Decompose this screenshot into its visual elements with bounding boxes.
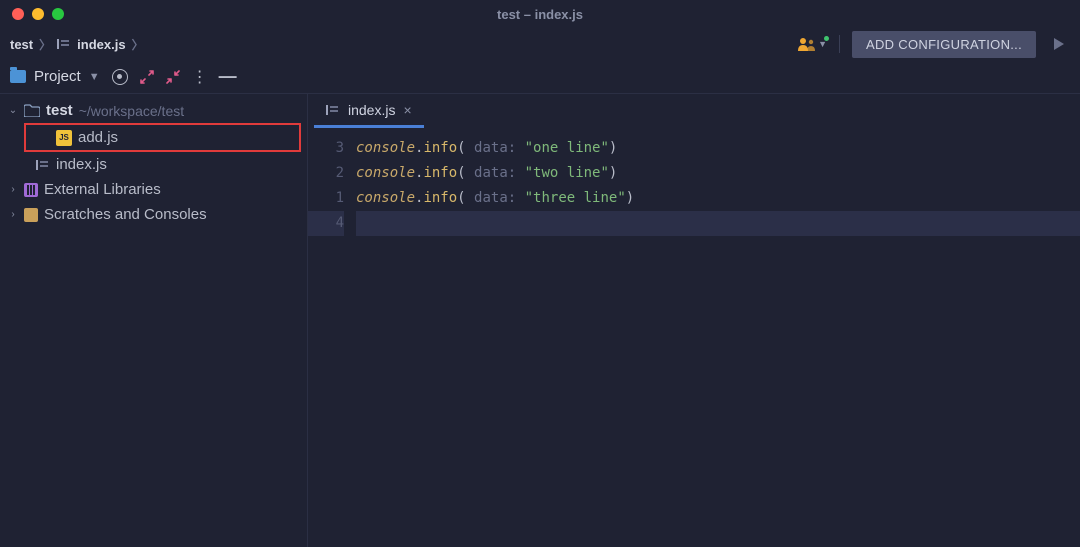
- run-icon[interactable]: [1048, 37, 1070, 51]
- window-title: test – index.js: [497, 7, 583, 22]
- gutter-line: 1: [308, 186, 344, 211]
- js-file-icon: JS: [56, 130, 72, 146]
- chevron-right-icon: ›: [8, 209, 18, 220]
- gutter: 3 2 1 4: [308, 128, 356, 547]
- code-line[interactable]: console.info( data: "two line"): [356, 161, 1080, 186]
- project-view-selector[interactable]: Project ▼: [10, 68, 100, 85]
- gutter-line: 2: [308, 161, 344, 186]
- close-window-icon[interactable]: [12, 8, 24, 20]
- main-body: ⌄ test ~/workspace/test JS add.js index.…: [0, 94, 1080, 547]
- code-content[interactable]: console.info( data: "one line") console.…: [356, 128, 1080, 547]
- breadcrumb-project[interactable]: test: [10, 37, 33, 52]
- hide-panel-icon[interactable]: —: [219, 66, 237, 87]
- project-toolbar: Project ▼ ⋮ —: [0, 60, 1080, 94]
- project-label: Project: [34, 68, 81, 85]
- project-folder-icon: [24, 104, 40, 117]
- library-icon: [24, 183, 38, 197]
- code-with-me-icon[interactable]: ▼: [798, 37, 827, 51]
- gutter-line: 3: [308, 136, 344, 161]
- code-line[interactable]: console.info( data: "three line"): [356, 186, 1080, 211]
- tree-project-root[interactable]: ⌄ test ~/workspace/test: [0, 98, 307, 123]
- tab-label: index.js: [348, 102, 395, 118]
- locate-file-icon[interactable]: [112, 69, 128, 85]
- tree-root-name: test: [46, 102, 73, 119]
- expand-all-icon[interactable]: [140, 70, 154, 84]
- tree-file-label: index.js: [56, 156, 107, 173]
- chevron-right-icon: ›: [8, 184, 18, 195]
- add-configuration-button[interactable]: ADD CONFIGURATION...: [852, 31, 1036, 58]
- tree-file-label: add.js: [78, 129, 118, 146]
- tree-scratches[interactable]: › Scratches and Consoles: [0, 202, 307, 227]
- editor-tabs: index.js ×: [308, 94, 1080, 128]
- minimize-window-icon[interactable]: [32, 8, 44, 20]
- tree-file-index-js[interactable]: index.js: [0, 152, 307, 177]
- presence-dot-icon: [824, 36, 829, 41]
- nav-right-group: ▼ ADD CONFIGURATION...: [798, 31, 1070, 58]
- code-line[interactable]: console.info( data: "one line"): [356, 136, 1080, 161]
- more-options-icon[interactable]: ⋮: [192, 67, 207, 87]
- code-editor[interactable]: 3 2 1 4 console.info( data: "one line") …: [308, 128, 1080, 547]
- tree-file-add-js[interactable]: JS add.js: [24, 123, 301, 152]
- tree-external-libraries[interactable]: › External Libraries: [0, 177, 307, 202]
- file-type-icon: [36, 159, 50, 171]
- editor-area: index.js × 3 2 1 4 console.info( data: "…: [308, 94, 1080, 547]
- breadcrumb-file[interactable]: index.js: [77, 37, 125, 52]
- maximize-window-icon[interactable]: [52, 8, 64, 20]
- code-line-current[interactable]: [356, 211, 1080, 236]
- close-tab-icon[interactable]: ×: [403, 102, 411, 118]
- chevron-right-icon: 〉: [132, 36, 144, 53]
- titlebar: test – index.js: [0, 0, 1080, 28]
- editor-tab-index-js[interactable]: index.js ×: [314, 95, 424, 128]
- project-sidebar: ⌄ test ~/workspace/test JS add.js index.…: [0, 94, 308, 547]
- file-type-icon: [326, 104, 340, 116]
- chevron-right-icon: 〉: [39, 36, 51, 53]
- file-type-icon: [57, 39, 71, 49]
- divider: [839, 35, 840, 53]
- breadcrumb[interactable]: test 〉 index.js 〉: [10, 36, 144, 53]
- gutter-line: 4: [308, 211, 344, 236]
- chevron-down-icon: ▼: [89, 71, 100, 83]
- chevron-down-icon: ⌄: [8, 105, 18, 116]
- tree-node-label: Scratches and Consoles: [44, 206, 207, 223]
- tree-node-label: External Libraries: [44, 181, 161, 198]
- navigation-bar: test 〉 index.js 〉 ▼ ADD CONFIGURATION...: [0, 28, 1080, 60]
- window-controls: [12, 8, 64, 20]
- scratch-icon: [24, 208, 38, 222]
- folder-icon: [10, 70, 26, 83]
- tree-root-path: ~/workspace/test: [79, 103, 184, 119]
- collapse-all-icon[interactable]: [166, 70, 180, 84]
